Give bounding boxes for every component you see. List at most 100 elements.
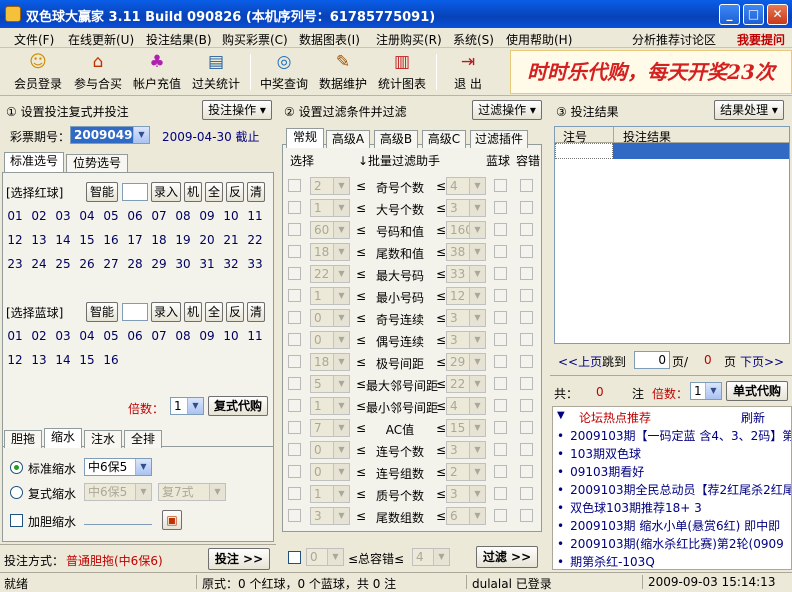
menu-bet-results[interactable]: 投注结果(B) [146, 31, 212, 48]
menu-buy-lottery[interactable]: 购买彩票(C) [222, 31, 288, 48]
filter-min-select[interactable]: 60 ▼ [310, 221, 350, 239]
menu-online-update[interactable]: 在线更新(U) [68, 31, 134, 48]
filter-tolerance-checkbox[interactable] [520, 311, 533, 324]
filter-max-select[interactable]: 15 ▼ [446, 419, 486, 437]
result-list[interactable]: 注号 投注结果 [554, 126, 790, 344]
red-all-button[interactable]: 全 [205, 182, 223, 202]
filter-max-select[interactable]: 3 ▼ [446, 441, 486, 459]
tab-filter-plugin[interactable]: 过滤插件 [470, 130, 528, 148]
tab-add-water[interactable]: 注水 [84, 430, 122, 448]
filter-max-select[interactable]: 29 ▼ [446, 353, 486, 371]
bet-ops-button[interactable]: 投注操作 ▾ [202, 100, 272, 120]
filter-row-checkbox[interactable] [288, 487, 301, 500]
filter-max-select[interactable]: 38 ▼ [446, 243, 486, 261]
table-row[interactable] [555, 143, 613, 159]
list-item[interactable]: • 2009103期 缩水小单(悬赏6红) 即中即 [557, 517, 780, 534]
list-item[interactable]: • 09103期看好 [557, 463, 644, 480]
list-item[interactable]: • 2009103期(缩水杀红比赛)第2轮(0909 [557, 535, 784, 552]
std-shrink-radio[interactable] [10, 461, 23, 474]
filter-min-select[interactable]: 1 ▼ [310, 397, 350, 415]
filter-blue-checkbox[interactable] [494, 487, 507, 500]
blue-ball-14[interactable]: 14 [52, 350, 74, 370]
menu-data-charts[interactable]: 数据图表(I) [299, 31, 360, 48]
tab-standard-pick[interactable]: 标准选号 [4, 152, 64, 172]
red-ball-16[interactable]: 16 [100, 230, 122, 250]
filter-blue-checkbox[interactable] [494, 509, 507, 522]
blue-machine-button[interactable]: 机 [184, 302, 202, 322]
filter-tolerance-checkbox[interactable] [520, 179, 533, 192]
red-ball-30[interactable]: 30 [172, 254, 194, 274]
dan-shrink-checkbox[interactable] [10, 514, 23, 527]
red-ball-12[interactable]: 12 [4, 230, 26, 250]
filter-max-select[interactable]: 3 ▼ [446, 485, 486, 503]
period-select[interactable]: 2009049 ▼ [70, 126, 150, 144]
red-ball-28[interactable]: 28 [124, 254, 146, 274]
list-item[interactable]: • 期第杀红-103Q [557, 553, 655, 569]
single-buy-button[interactable]: 单式代购 [726, 381, 788, 401]
red-ball-23[interactable]: 23 [4, 254, 26, 274]
filter-blue-checkbox[interactable] [494, 201, 507, 214]
filter-blue-checkbox[interactable] [494, 355, 507, 368]
red-ball-10[interactable]: 10 [220, 206, 242, 226]
blue-ball-06[interactable]: 06 [124, 326, 146, 346]
blue-count-input[interactable] [122, 303, 148, 321]
filter-min-select[interactable]: 0 ▼ [310, 463, 350, 481]
menu-system[interactable]: 系统(S) [453, 31, 494, 48]
red-ball-14[interactable]: 14 [52, 230, 74, 250]
blue-ball-09[interactable]: 09 [196, 326, 218, 346]
filter-min-select[interactable]: 1 ▼ [310, 287, 350, 305]
red-ball-26[interactable]: 26 [76, 254, 98, 274]
filter-max-select[interactable]: 12 ▼ [446, 287, 486, 305]
filter-tolerance-checkbox[interactable] [520, 465, 533, 478]
filter-tolerance-checkbox[interactable] [520, 443, 533, 456]
filter-max-select[interactable]: 4 ▼ [446, 397, 486, 415]
blue-ball-03[interactable]: 03 [52, 326, 74, 346]
filter-blue-checkbox[interactable] [494, 377, 507, 390]
filter-tolerance-checkbox[interactable] [520, 377, 533, 390]
red-ball-05[interactable]: 05 [100, 206, 122, 226]
menu-register[interactable]: 注册购买(R) [376, 31, 442, 48]
red-ball-13[interactable]: 13 [28, 230, 50, 250]
title-bar[interactable]: 双色球大赢家 3.11 Build 090826 (本机序列号：61785775… [0, 0, 792, 28]
filter-max-select[interactable]: 4 ▼ [446, 177, 486, 195]
filter-tolerance-checkbox[interactable] [520, 201, 533, 214]
multi-shrink-type-select[interactable]: 复7式 ▼ [158, 483, 226, 501]
filter-blue-checkbox[interactable] [494, 465, 507, 478]
blue-ball-13[interactable]: 13 [28, 350, 50, 370]
filter-tolerance-checkbox[interactable] [520, 509, 533, 522]
chart-button[interactable]: ▥ 统计图表 [376, 50, 428, 94]
forum-link[interactable]: 分析推荐讨论区 [632, 31, 716, 48]
red-ball-19[interactable]: 19 [172, 230, 194, 250]
red-invert-button[interactable]: 反 [226, 182, 244, 202]
filter-min-select[interactable]: 0 ▼ [310, 441, 350, 459]
stats-button[interactable]: ▤ 过关统计 [190, 50, 242, 94]
filter-max-select[interactable]: 3 ▼ [446, 199, 486, 217]
group-buy-button[interactable]: ⌂ 参与合买 [72, 50, 124, 94]
filter-ops-button[interactable]: 过滤操作 ▾ [472, 100, 542, 120]
promo-banner[interactable]: 时时乐代购，每天开奖23次 [510, 50, 792, 94]
blue-ball-02[interactable]: 02 [28, 326, 50, 346]
list-item[interactable]: • 2009103期全民总动员【荐2红尾杀2红尾】 [557, 481, 791, 498]
filter-tolerance-checkbox[interactable] [520, 223, 533, 236]
menu-help[interactable]: 使用帮助(H) [506, 31, 572, 48]
exit-button[interactable]: ⇥ 退 出 [444, 50, 492, 94]
filter-blue-checkbox[interactable] [494, 245, 507, 258]
tab-position-pick[interactable]: 位势选号 [66, 154, 128, 172]
dan-shrink-pick-button[interactable]: ▣ [162, 510, 182, 530]
tab-advanced-a[interactable]: 高级A [326, 130, 370, 148]
red-ball-33[interactable]: 33 [244, 254, 266, 274]
batch-filter-helper[interactable]: ↓批量过滤助手 [358, 152, 440, 169]
filter-max-select[interactable]: 33 ▼ [446, 265, 486, 283]
std-shrink-select[interactable]: 中6保5 ▼ [84, 458, 152, 476]
filter-blue-checkbox[interactable] [494, 179, 507, 192]
red-ball-07[interactable]: 07 [148, 206, 170, 226]
red-ball-17[interactable]: 17 [124, 230, 146, 250]
filter-max-select[interactable]: 6 ▼ [446, 507, 486, 525]
filter-max-select[interactable]: 3 ▼ [446, 331, 486, 349]
filter-row-checkbox[interactable] [288, 179, 301, 192]
ask-question-link[interactable]: 我要提问 [737, 31, 785, 48]
red-ball-06[interactable]: 06 [124, 206, 146, 226]
red-count-input[interactable] [122, 183, 148, 201]
red-ball-31[interactable]: 31 [196, 254, 218, 274]
red-ball-20[interactable]: 20 [196, 230, 218, 250]
